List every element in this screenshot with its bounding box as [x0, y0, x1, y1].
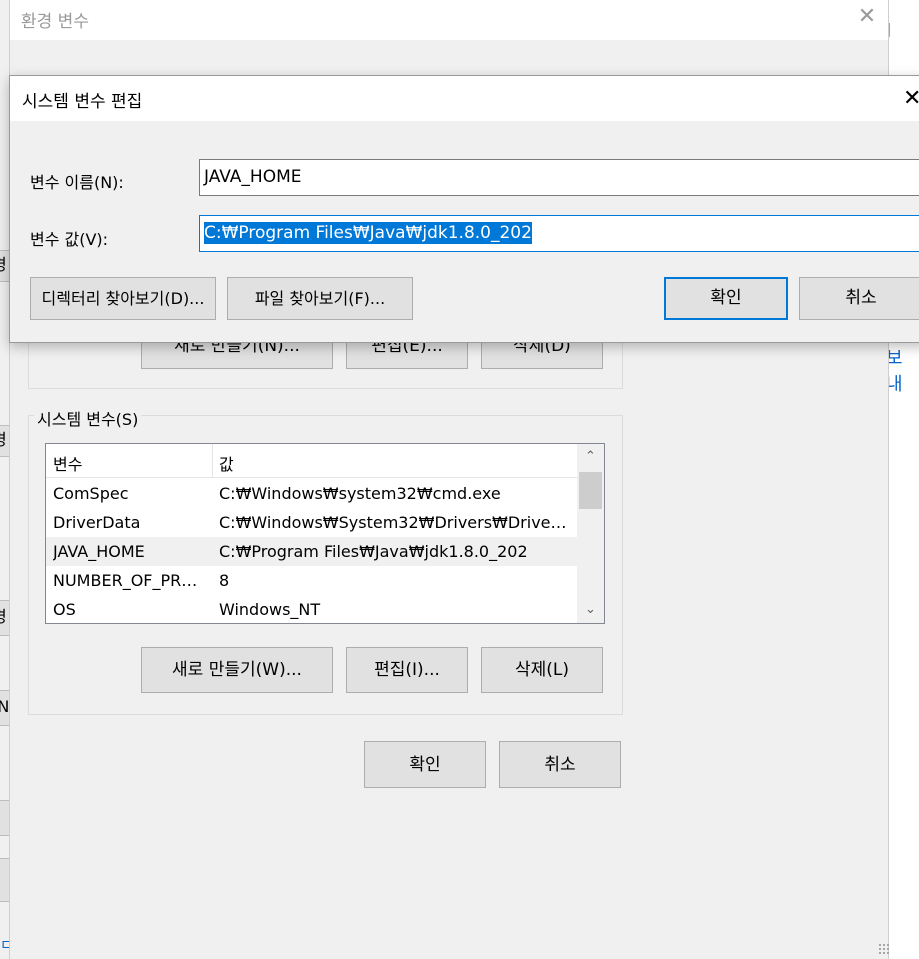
variable-value-input[interactable]: C:₩Program Files₩Java₩jdk1.8.0_202	[199, 215, 919, 252]
background-text-fragment: 경	[0, 603, 7, 631]
table-row[interactable]: DriverData C:₩Windows₩System32₩Drivers₩D…	[46, 508, 577, 537]
list-header: 변수 값	[46, 444, 577, 478]
background-text-fragment: 경	[0, 251, 7, 279]
row-name: DriverData	[53, 513, 141, 532]
variable-value-label: 변수 값(V):	[30, 230, 109, 249]
scroll-up-icon[interactable]: ⌃	[577, 444, 604, 470]
browse-directory-button[interactable]: 디렉터리 찾아보기(D)...	[30, 277, 216, 320]
column-header-name[interactable]: 변수	[53, 451, 82, 475]
scroll-thumb[interactable]	[579, 472, 602, 509]
env-titlebar: 환경 변수 ✕	[10, 0, 888, 40]
variable-value-selected-text: C:₩Program Files₩Java₩jdk1.8.0_202	[204, 222, 532, 244]
scroll-down-icon[interactable]: ⌄	[577, 597, 604, 623]
list-scrollbar[interactable]: ⌃ ⌄	[577, 444, 604, 623]
resize-grip-icon[interactable]	[878, 943, 890, 955]
row-name: OS	[53, 600, 76, 619]
system-new-button[interactable]: 새로 만들기(W)...	[141, 647, 333, 693]
system-variables-label: 시스템 변수(S)	[34, 406, 142, 430]
env-close-icon[interactable]: ✕	[855, 2, 879, 32]
row-value: Windows_NT	[219, 600, 321, 619]
variable-name-input[interactable]: JAVA_HOME	[199, 159, 919, 196]
background-text-fragment: /N	[0, 693, 9, 721]
row-name: NUMBER_OF_PROCESSORS	[53, 571, 208, 590]
row-value: C:₩Program Files₩Java₩jdk1.8.0_202	[219, 542, 528, 561]
env-cancel-button[interactable]: 취소	[499, 741, 621, 788]
table-row[interactable]: ComSpec C:₩Windows₩system32₩cmd.exe	[46, 479, 577, 508]
env-ok-button[interactable]: 확인	[364, 741, 486, 788]
table-row-selected[interactable]: JAVA_HOME C:₩Program Files₩Java₩jdk1.8.0…	[46, 537, 577, 566]
background-link-fragment: 보내	[886, 348, 903, 395]
variable-name-value: JAVA_HOME	[204, 167, 302, 187]
variable-name-label: 변수 이름(N):	[30, 173, 124, 192]
dialog-ok-button[interactable]: 확인	[664, 277, 788, 320]
system-variables-list[interactable]: 변수 값 ComSpec C:₩Windows₩system32₩cmd.exe…	[45, 443, 605, 624]
table-row[interactable]: NUMBER_OF_PROCESSORS 8	[46, 566, 577, 595]
edit-system-variable-dialog: 시스템 변수 편집 ✕ 변수 이름(N): JAVA_HOME 변수 값(V):…	[9, 75, 919, 343]
env-window-title: 환경 변수	[21, 12, 89, 32]
browse-file-button[interactable]: 파일 찾아보기(F)...	[227, 277, 413, 320]
row-value: C:₩Windows₩system32₩cmd.exe	[219, 484, 501, 503]
dialog-title: 시스템 변수 편집	[22, 92, 143, 112]
row-value: 8	[219, 571, 230, 590]
system-edit-button[interactable]: 편집(I)...	[346, 647, 468, 693]
table-row[interactable]: OS Windows_NT	[46, 595, 577, 623]
column-header-value[interactable]: 값	[219, 451, 234, 475]
column-divider[interactable]	[212, 444, 213, 478]
row-name: ComSpec	[53, 484, 129, 503]
dialog-titlebar: 시스템 변수 편집 ✕	[10, 76, 919, 121]
dialog-close-icon[interactable]: ✕	[903, 84, 919, 114]
system-delete-button[interactable]: 삭제(L)	[481, 647, 603, 693]
row-value: C:₩Windows₩System32₩Drivers₩DriverData	[219, 513, 569, 532]
row-name: JAVA_HOME	[53, 542, 145, 561]
background-text-fragment: 경	[0, 426, 7, 454]
dialog-cancel-button[interactable]: 취소	[799, 277, 919, 320]
